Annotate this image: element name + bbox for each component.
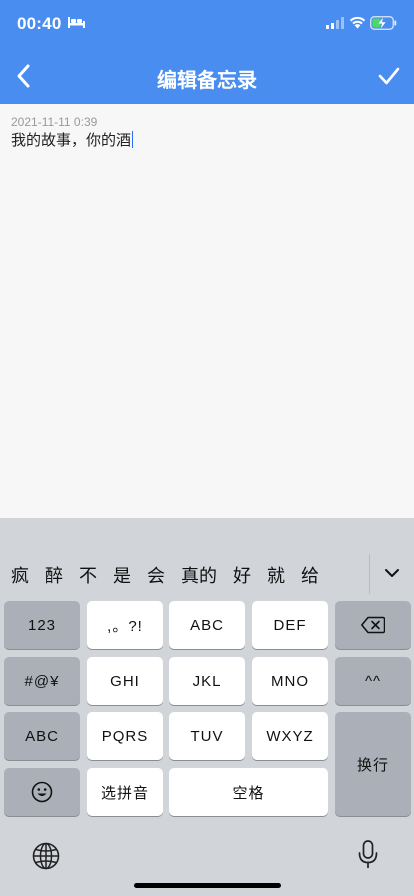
emoji-key[interactable] <box>4 768 80 816</box>
candidate-word[interactable]: 真的 <box>173 562 225 588</box>
text-caret <box>132 131 134 148</box>
mno-key[interactable]: MNO <box>252 657 328 705</box>
abc-key[interactable]: ABC <box>169 601 245 649</box>
def-key[interactable]: DEF <box>252 601 328 649</box>
note-text-field[interactable]: 我的故事，你的酒 <box>11 129 134 150</box>
candidate-word[interactable]: 给 <box>293 562 327 588</box>
note-date: 2021-11-11 0:39 <box>11 115 98 129</box>
wifi-icon <box>349 16 366 29</box>
punctuation-key[interactable]: ,。?! <box>87 601 163 649</box>
battery-charging-icon <box>370 16 397 30</box>
sleep-icon <box>68 17 85 28</box>
microphone-icon[interactable] <box>358 840 378 870</box>
abc-mode-key[interactable]: ABC <box>4 712 80 760</box>
candidate-list: 疯醉不是会真的好就给 <box>3 562 369 590</box>
numbers-key[interactable]: 123 <box>4 601 80 649</box>
tuv-key[interactable]: TUV <box>169 712 245 760</box>
emoticon-key[interactable]: ^^ <box>335 657 411 705</box>
candidate-word[interactable]: 就 <box>259 562 293 588</box>
wxyz-key[interactable]: WXYZ <box>252 712 328 760</box>
candidate-word[interactable]: 好 <box>225 562 259 588</box>
note-editor[interactable]: 2021-11-11 0:39 我的故事，你的酒 <box>0 104 414 518</box>
enter-key[interactable]: 换行 <box>335 712 411 816</box>
candidate-word[interactable]: 是 <box>105 562 139 588</box>
note-text: 我的故事，你的酒 <box>11 132 132 149</box>
candidate-divider <box>369 554 370 594</box>
page-title: 编辑备忘录 <box>157 70 257 92</box>
backspace-icon <box>361 616 385 634</box>
keyboard: 疯醉不是会真的好就给 123 ,。?! ABC DEF #@¥ GHI JKL … <box>0 518 414 896</box>
candidate-word[interactable]: 会 <box>139 562 173 588</box>
globe-icon[interactable] <box>32 842 60 870</box>
pqrs-key[interactable]: PQRS <box>87 712 163 760</box>
cellular-signal-icon <box>326 17 344 29</box>
ghi-key[interactable]: GHI <box>87 657 163 705</box>
home-indicator <box>134 883 281 888</box>
candidate-word[interactable]: 不 <box>71 562 105 588</box>
save-check-icon[interactable] <box>377 65 401 87</box>
candidate-bar: 疯醉不是会真的好就给 <box>0 518 414 600</box>
nav-header: 00:40 编辑备忘录 <box>0 0 414 104</box>
space-key[interactable]: 空格 <box>169 768 328 816</box>
candidate-word[interactable]: 醉 <box>37 562 71 588</box>
delete-key[interactable] <box>335 601 411 649</box>
chevron-down-icon[interactable] <box>384 567 400 579</box>
status-time: 00:40 <box>17 14 62 33</box>
jkl-key[interactable]: JKL <box>169 657 245 705</box>
emoji-icon <box>31 781 53 803</box>
candidate-word[interactable]: 疯 <box>3 562 37 588</box>
select-pinyin-key[interactable]: 选拼音 <box>87 768 163 816</box>
symbols-key[interactable]: #@¥ <box>4 657 80 705</box>
